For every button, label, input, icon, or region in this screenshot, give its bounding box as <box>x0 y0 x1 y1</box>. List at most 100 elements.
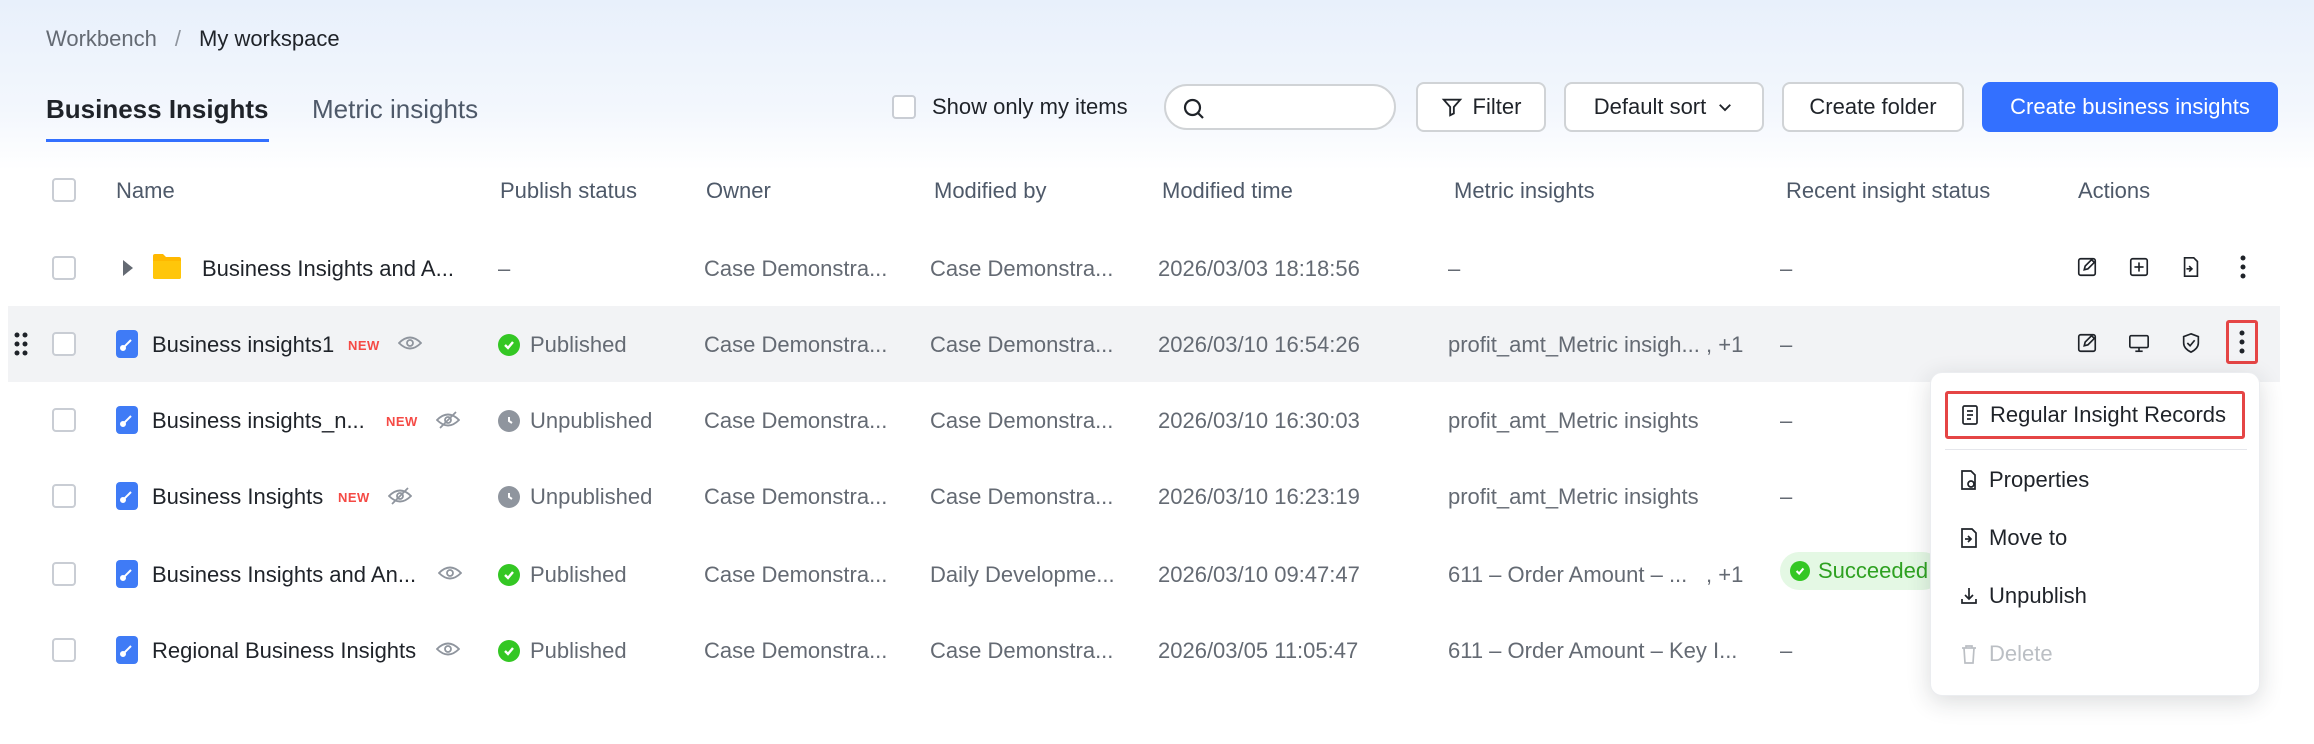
unpublish-icon <box>1961 588 1977 604</box>
column-header-name[interactable]: Name <box>116 178 175 204</box>
create-business-insights-label: Create business insights <box>2010 94 2250 119</box>
menu-item-delete: Delete <box>1959 641 2053 667</box>
column-header-publish-status[interactable]: Publish status <box>500 178 637 204</box>
row-checkbox[interactable] <box>52 638 76 662</box>
check-circle-icon <box>498 640 520 662</box>
business-insight-file-icon <box>116 406 138 434</box>
breadcrumb-workbench[interactable]: Workbench <box>46 26 157 52</box>
row-checkbox[interactable] <box>52 562 76 586</box>
search-input[interactable] <box>1164 84 1396 130</box>
column-header-modified-by[interactable]: Modified by <box>934 178 1047 204</box>
publish-status: Unpublished <box>498 408 652 434</box>
new-badge: NEW <box>386 414 418 429</box>
folder-icon <box>153 254 181 279</box>
clock-icon <box>498 410 520 432</box>
row-checkbox[interactable] <box>52 332 76 356</box>
row-recent-status: – <box>1780 256 1793 281</box>
eye-icon[interactable] <box>398 334 422 352</box>
row-owner: Case Demonstra... <box>704 256 888 281</box>
shield-check-icon[interactable] <box>2178 330 2204 356</box>
row-name[interactable]: Business Insights <box>152 484 323 510</box>
move-file-icon <box>1961 528 1977 548</box>
create-folder-label: Create folder <box>1809 94 1937 119</box>
edit-icon[interactable] <box>2074 330 2100 356</box>
filter-button[interactable]: Filter <box>1416 82 1546 132</box>
row-modified-by: Case Demonstra... <box>930 256 1114 281</box>
business-insight-file-icon <box>116 482 138 510</box>
column-header-modified-time[interactable]: Modified time <box>1162 178 1293 204</box>
row-name[interactable]: Business Insights and An... <box>152 562 416 588</box>
eye-off-icon[interactable] <box>388 486 412 506</box>
check-circle-icon <box>498 334 520 356</box>
publish-status-label: Unpublished <box>530 408 653 433</box>
row-checkbox[interactable] <box>52 256 76 280</box>
show-only-mine-toggle[interactable]: Show only my items <box>892 94 1128 120</box>
show-only-mine-checkbox[interactable] <box>892 95 916 119</box>
publish-status: Published <box>498 332 627 358</box>
clock-icon <box>498 486 520 508</box>
row-metric-extra[interactable]: , +1 <box>1706 562 1743 588</box>
menu-item-label: Properties <box>1989 467 2090 492</box>
create-folder-button[interactable]: Create folder <box>1782 82 1964 132</box>
filter-icon <box>1441 98 1462 117</box>
move-file-icon[interactable] <box>2178 254 2204 280</box>
row-owner: Case Demonstra... <box>704 408 888 433</box>
row-name[interactable]: Business Insights and A... <box>202 256 454 282</box>
menu-item-unpublish[interactable]: Unpublish <box>1959 583 2087 609</box>
eye-icon[interactable] <box>436 640 460 658</box>
add-square-icon[interactable] <box>2126 254 2152 280</box>
column-header-owner[interactable]: Owner <box>706 178 771 204</box>
breadcrumb: Workbench / My workspace <box>46 26 340 52</box>
row-name[interactable]: Business insights1 <box>152 332 334 358</box>
publish-status: Published <box>498 562 627 588</box>
row-modified-time: 2026/03/10 16:23:19 <box>1158 484 1360 509</box>
menu-item-label: Unpublish <box>1989 583 2087 608</box>
sort-dropdown[interactable]: Default sort <box>1564 82 1764 132</box>
select-all-checkbox[interactable] <box>52 178 76 202</box>
row-modified-by: Case Demonstra... <box>930 332 1114 357</box>
row-metric-insights: profit_amt_Metric insigh... <box>1448 332 1700 357</box>
row-checkbox[interactable] <box>52 484 76 508</box>
create-business-insights-button[interactable]: Create business insights <box>1982 82 2278 132</box>
row-checkbox[interactable] <box>52 408 76 432</box>
row-modified-time: 2026/03/03 18:18:56 <box>1158 256 1360 281</box>
row-name[interactable]: Business insights_n... <box>152 408 365 434</box>
row-metric-insights: – <box>1448 256 1461 281</box>
check-circle-icon <box>1790 561 1810 581</box>
publish-status: Published <box>498 638 627 664</box>
row-recent-status: – <box>1780 484 1793 509</box>
monitor-icon[interactable] <box>2126 330 2152 356</box>
check-circle-icon <box>498 564 520 586</box>
menu-item-properties[interactable]: Properties <box>1959 467 2089 493</box>
row-modified-time: 2026/03/05 11:05:47 <box>1158 638 1359 663</box>
eye-off-icon[interactable] <box>436 410 460 430</box>
row-modified-time: 2026/03/10 16:30:03 <box>1158 408 1360 433</box>
row-publish-status: – <box>498 256 511 281</box>
drag-handle-icon[interactable] <box>14 332 28 356</box>
expand-caret-icon[interactable] <box>120 258 136 278</box>
menu-item-label: Delete <box>1989 641 2053 666</box>
recent-status-label: Succeeded <box>1818 558 1929 583</box>
column-header-metric-insights[interactable]: Metric insights <box>1454 178 1595 204</box>
row-name[interactable]: Regional Business Insights <box>152 638 416 664</box>
trash-icon <box>1962 645 1976 664</box>
breadcrumb-separator: / <box>174 26 181 51</box>
row-modified-by: Daily Developme... <box>930 562 1115 587</box>
column-header-recent-insight-status[interactable]: Recent insight status <box>1786 178 1990 204</box>
edit-icon[interactable] <box>2074 254 2100 280</box>
row-recent-status: – <box>1780 638 1793 663</box>
tab-metric-insights[interactable]: Metric insights <box>312 94 478 139</box>
tab-business-insights[interactable]: Business Insights <box>46 94 269 142</box>
more-icon[interactable] <box>2230 254 2256 280</box>
business-insight-file-icon <box>116 330 138 358</box>
row-owner: Case Demonstra... <box>704 332 888 357</box>
menu-item-move-to[interactable]: Move to <box>1959 525 2067 551</box>
publish-status: Unpublished <box>498 484 652 510</box>
more-button-highlighted[interactable] <box>2226 320 2258 364</box>
menu-divider <box>1945 449 2247 450</box>
more-actions-menu: Regular Insight Records Properties Move … <box>1930 372 2260 696</box>
row-metric-extra[interactable]: , +1 <box>1706 332 1743 358</box>
menu-item-regular-insight-records[interactable]: Regular Insight Records <box>1945 391 2245 439</box>
sort-label: Default sort <box>1593 94 1707 119</box>
eye-icon[interactable] <box>438 564 462 582</box>
